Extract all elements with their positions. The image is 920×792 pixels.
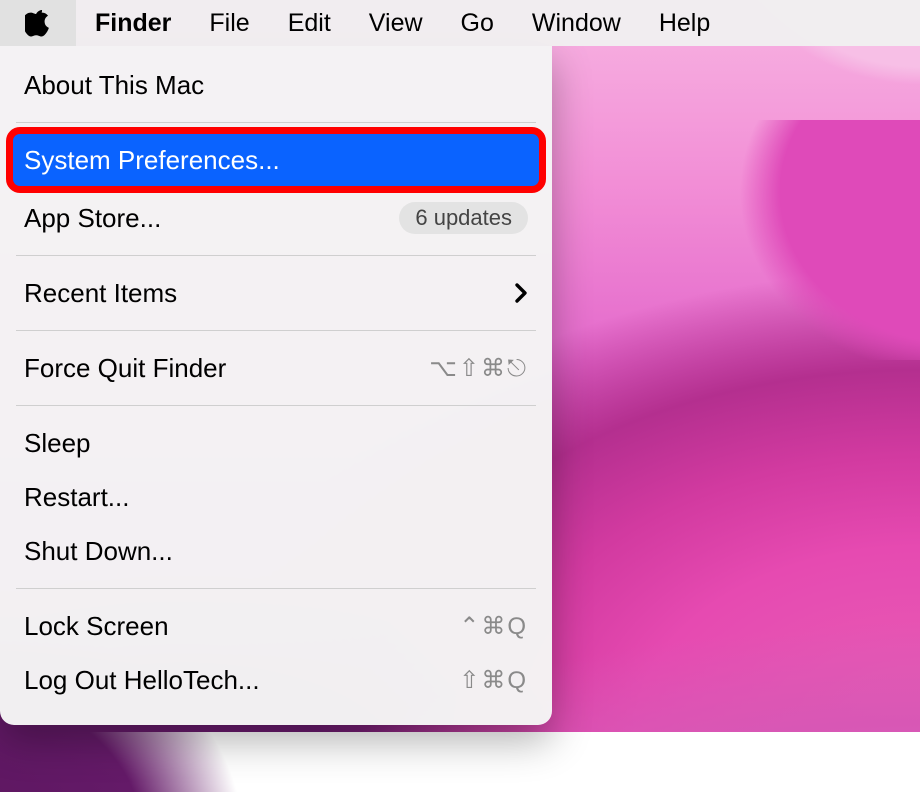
- menu-item-system-preferences[interactable]: System Preferences...: [0, 133, 552, 187]
- menu-item-lock-screen[interactable]: Lock Screen ⌃⌘Q: [0, 599, 552, 653]
- menu-item-label: System Preferences...: [24, 145, 280, 176]
- menu-item-recent-items[interactable]: Recent Items: [0, 266, 552, 320]
- menu-separator: [16, 122, 536, 123]
- menu-item-restart[interactable]: Restart...: [0, 470, 552, 524]
- apple-menu-button[interactable]: [0, 0, 76, 46]
- menubar-item-go[interactable]: Go: [442, 0, 513, 46]
- menubar-item-edit[interactable]: Edit: [269, 0, 350, 46]
- menu-item-app-store[interactable]: App Store... 6 updates: [0, 191, 552, 245]
- menu-item-about-this-mac[interactable]: About This Mac: [0, 58, 552, 112]
- menubar-item-finder[interactable]: Finder: [76, 0, 190, 46]
- menu-item-label: Sleep: [24, 428, 91, 459]
- menu-item-shut-down[interactable]: Shut Down...: [0, 524, 552, 578]
- updates-badge: 6 updates: [399, 202, 528, 234]
- keyboard-shortcut: ⌃⌘Q: [459, 612, 528, 641]
- menu-separator: [16, 255, 536, 256]
- menu-separator: [16, 588, 536, 589]
- menu-item-label: Restart...: [24, 482, 129, 513]
- menu-item-label: Recent Items: [24, 278, 177, 309]
- menubar-item-file[interactable]: File: [190, 0, 268, 46]
- menu-item-label: App Store...: [24, 203, 161, 234]
- menu-item-label: Force Quit Finder: [24, 353, 226, 384]
- menubar-item-help[interactable]: Help: [640, 0, 729, 46]
- apple-logo-icon: [25, 8, 51, 38]
- apple-menu-dropdown: About This Mac System Preferences... App…: [0, 46, 552, 725]
- keyboard-shortcut: ⇧⌘Q: [459, 666, 528, 695]
- menubar-item-view[interactable]: View: [350, 0, 442, 46]
- keyboard-shortcut: ⌥⇧⌘⎋: [429, 354, 528, 383]
- menubar: Finder File Edit View Go Window Help: [0, 0, 920, 46]
- menu-item-log-out[interactable]: Log Out HelloTech... ⇧⌘Q: [0, 653, 552, 707]
- menu-item-label: About This Mac: [24, 70, 204, 101]
- menu-item-force-quit[interactable]: Force Quit Finder ⌥⇧⌘⎋: [0, 341, 552, 395]
- menu-item-label: Log Out HelloTech...: [24, 665, 260, 696]
- menu-item-sleep[interactable]: Sleep: [0, 416, 552, 470]
- menu-separator: [16, 330, 536, 331]
- menu-separator: [16, 405, 536, 406]
- chevron-right-icon: [514, 282, 528, 304]
- menu-item-label: Shut Down...: [24, 536, 173, 567]
- menubar-item-window[interactable]: Window: [513, 0, 640, 46]
- menu-item-label: Lock Screen: [24, 611, 169, 642]
